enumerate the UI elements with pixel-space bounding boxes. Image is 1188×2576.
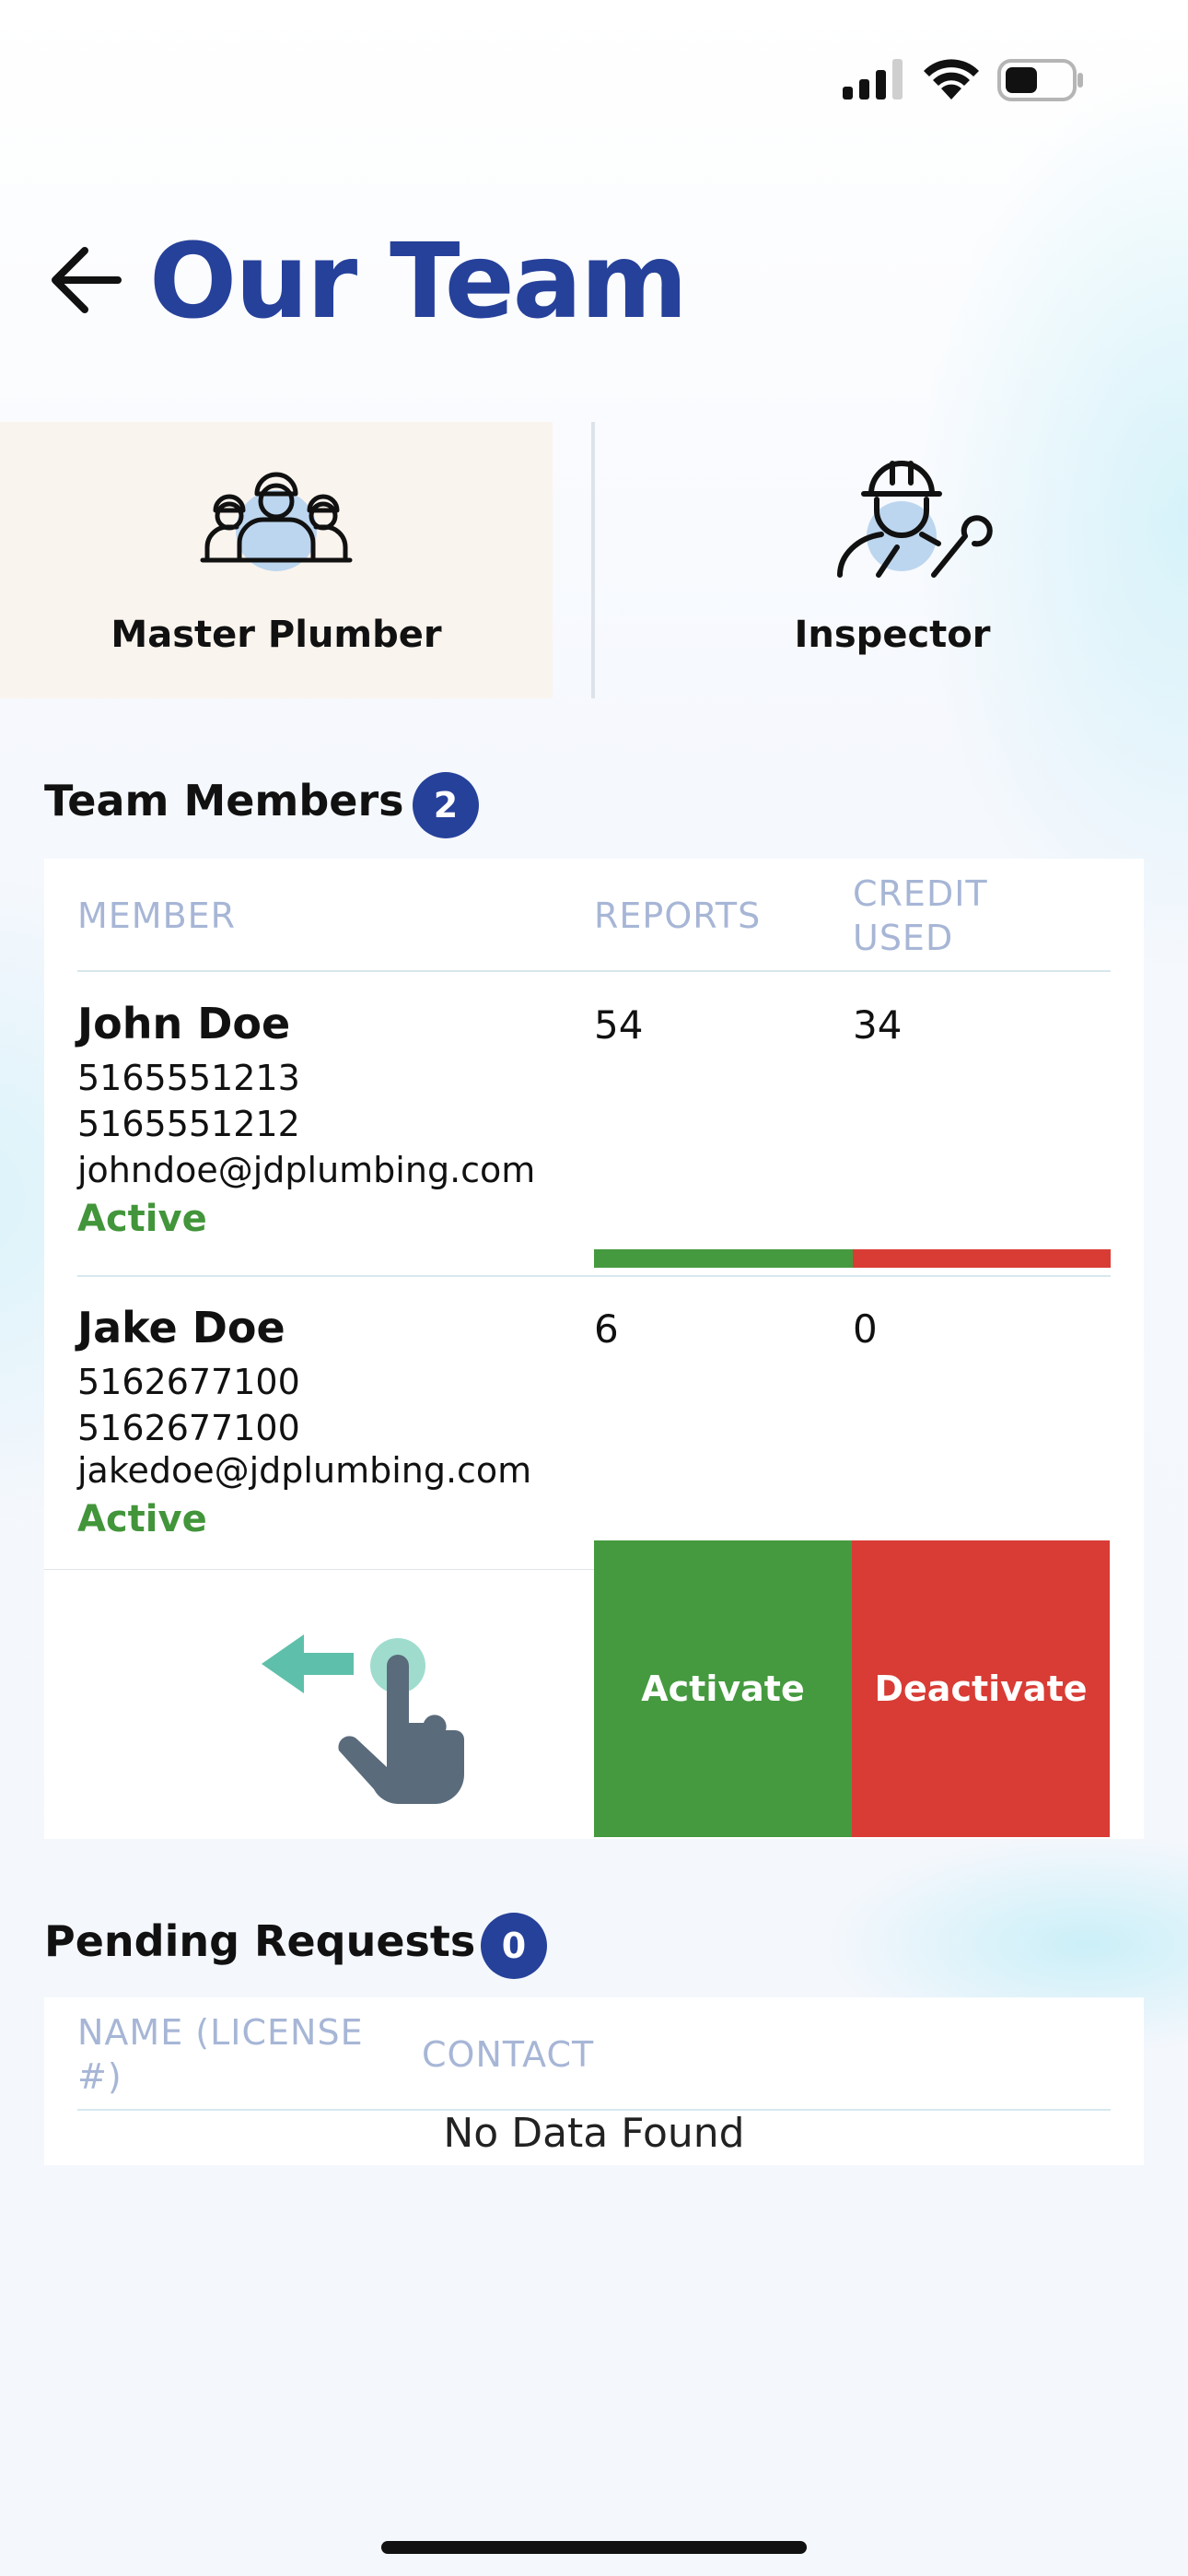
- pending-requests-count-badge: 0: [481, 1913, 547, 1979]
- home-indicator[interactable]: [381, 2541, 807, 2554]
- member-phone: 5162677100: [77, 1362, 300, 1402]
- member-name: John Doe: [77, 999, 291, 1048]
- column-header-contact: CONTACT: [422, 2034, 595, 2075]
- member-credit-used: 34: [853, 1002, 903, 1048]
- row-divider: [77, 1275, 1111, 1277]
- table-header-divider: [77, 970, 1111, 972]
- column-header-member: MEMBER: [77, 896, 237, 936]
- column-header-reports: REPORTS: [594, 896, 762, 936]
- cellular-signal-icon: [843, 59, 903, 100]
- tab-master-plumber[interactable]: Master Plumber: [0, 422, 553, 698]
- column-header-name-license-cont: #): [77, 2056, 122, 2097]
- column-header-credit: CREDIT: [853, 873, 988, 914]
- member-name: Jake Doe: [77, 1303, 285, 1352]
- member-phone: 5162677100: [77, 1408, 300, 1448]
- deactivate-button[interactable]: Deactivate: [852, 1540, 1110, 1837]
- worker-wrench-icon: [837, 461, 993, 578]
- team-members-count-badge: 2: [413, 772, 479, 838]
- tab-master-plumber-label: Master Plumber: [111, 614, 442, 656]
- member-status: Active: [77, 1498, 207, 1540]
- arrow-left-icon: [52, 247, 122, 313]
- back-button[interactable]: [48, 241, 125, 319]
- activate-swipe-edge: [594, 1249, 853, 1268]
- member-status: Active: [77, 1198, 207, 1240]
- team-members-title: Team Members: [44, 776, 404, 825]
- deactivate-swipe-edge: [853, 1249, 1111, 1268]
- tab-inspector-label: Inspector: [794, 614, 991, 656]
- pending-requests-title: Pending Requests: [44, 1916, 476, 1966]
- member-email: jakedoe@jdplumbing.com: [77, 1450, 532, 1491]
- table-row[interactable]: Jake Doe 5162677100 5162677100 jakedoe@j…: [77, 1281, 1111, 1568]
- table-row[interactable]: John Doe 5165551213 5165551212 johndoe@j…: [77, 977, 1111, 1273]
- column-header-used: USED: [853, 918, 954, 958]
- tab-divider: [591, 422, 595, 698]
- swipe-hint-area: [44, 1570, 594, 1837]
- tab-inspector[interactable]: Inspector: [597, 422, 1188, 698]
- member-reports: 54: [594, 1002, 644, 1048]
- member-email: johndoe@jdplumbing.com: [77, 1150, 536, 1190]
- member-credit-used: 0: [853, 1306, 878, 1352]
- member-reports: 6: [594, 1306, 619, 1352]
- battery-icon: [997, 59, 1083, 101]
- swipe-left-hand-icon: [262, 1634, 464, 1804]
- member-phone: 5165551212: [77, 1104, 300, 1144]
- column-header-name-license: NAME (LICENSE: [77, 2012, 364, 2053]
- wifi-icon: [924, 59, 979, 100]
- activate-button[interactable]: Activate: [594, 1540, 852, 1837]
- empty-state-text: No Data Found: [443, 2110, 745, 2157]
- team-workers-icon: [200, 472, 353, 571]
- status-bar: [0, 0, 1188, 157]
- member-phone: 5165551213: [77, 1058, 300, 1098]
- page-title: Our Team: [149, 222, 688, 342]
